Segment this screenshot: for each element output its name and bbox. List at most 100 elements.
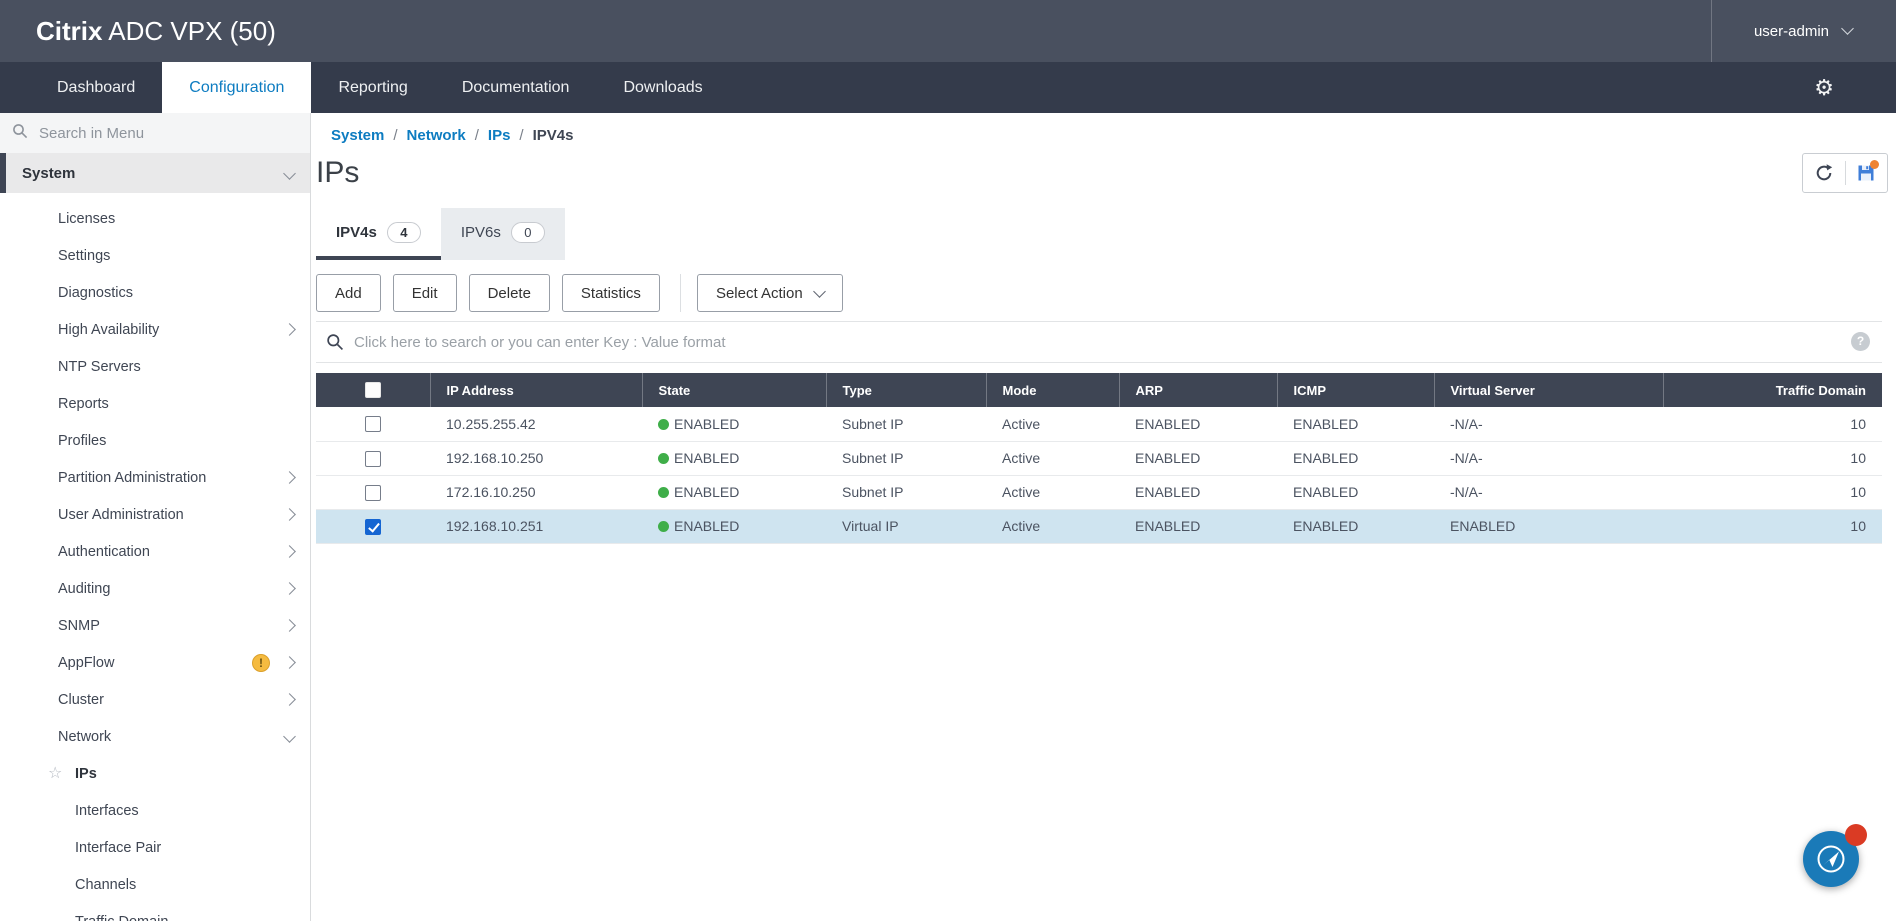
status-dot-icon [658, 453, 669, 464]
column-header-ip-address: IP Address [430, 373, 642, 407]
cell-state: ENABLED [642, 475, 826, 509]
save-button[interactable] [1856, 163, 1876, 183]
sidebar-item-channels[interactable]: Channels [0, 866, 310, 903]
table-row[interactable]: 10.255.255.42ENABLEDSubnet IPActiveENABL… [316, 407, 1882, 441]
sidebar-item-label: Traffic Domain [75, 914, 168, 921]
tab-ipv6s[interactable]: IPV6s 0 [441, 208, 565, 260]
sidebar-item-interface-pair[interactable]: Interface Pair [0, 829, 310, 866]
star-icon: ☆ [48, 766, 62, 782]
sidebar-item-high-availability[interactable]: High Availability [0, 311, 310, 348]
sidebar-item-label: Licenses [58, 211, 115, 227]
select-all-checkbox[interactable] [365, 382, 381, 398]
row-checkbox[interactable] [365, 519, 381, 535]
row-checkbox[interactable] [365, 416, 381, 432]
breadcrumb-separator: / [393, 127, 397, 144]
nav-tab-reporting[interactable]: Reporting [311, 62, 434, 113]
breadcrumb: System/Network/IPs/IPV4s [331, 127, 1896, 144]
nav-tab-dashboard[interactable]: Dashboard [30, 62, 162, 113]
cell-mode: Active [986, 407, 1119, 441]
column-header-state: State [642, 373, 826, 407]
sidebar-item-user-administration[interactable]: User Administration [0, 496, 310, 533]
table-row[interactable]: 172.16.10.250ENABLEDSubnet IPActiveENABL… [316, 475, 1882, 509]
breadcrumb-link-system[interactable]: System [331, 127, 384, 144]
sidebar-item-network[interactable]: Network [0, 718, 310, 755]
sidebar-section-system[interactable]: System [0, 153, 310, 193]
search-icon [326, 333, 344, 356]
sidebar-item-label: Diagnostics [58, 285, 133, 301]
sidebar-item-partition-administration[interactable]: Partition Administration [0, 459, 310, 496]
column-header-traffic-domain: Traffic Domain [1663, 373, 1882, 407]
primary-nav: DashboardConfigurationReportingDocumenta… [0, 62, 1896, 113]
ip-tabs: IPV4s4 IPV6s 0 [316, 208, 565, 260]
table-search-input[interactable] [316, 322, 1882, 362]
sidebar-search[interactable] [0, 113, 310, 153]
sidebar-item-label: High Availability [58, 322, 159, 338]
nav-tab-downloads[interactable]: Downloads [596, 62, 729, 113]
sidebar-item-authentication[interactable]: Authentication [0, 533, 310, 570]
sidebar-item-snmp[interactable]: SNMP [0, 607, 310, 644]
cell-traffic-domain: 10 [1663, 475, 1882, 509]
action-add-button[interactable]: Add [316, 274, 381, 312]
sidebar-item-label: Settings [58, 248, 110, 264]
chevron-right-icon [285, 655, 294, 671]
sidebar-item-label: AppFlow [58, 655, 114, 671]
cell-arp: ENABLED [1119, 441, 1277, 475]
brand-citrix: Citrix [36, 16, 102, 46]
cell-ip: 172.16.10.250 [430, 475, 642, 509]
cell-virtual-server: -N/A- [1434, 407, 1663, 441]
cell-mode: Active [986, 441, 1119, 475]
cell-state: ENABLED [642, 441, 826, 475]
refresh-button[interactable] [1814, 163, 1834, 183]
page-title: IPs [316, 154, 1896, 192]
breadcrumb-link-ips[interactable]: IPs [488, 127, 511, 144]
sidebar-item-cluster[interactable]: Cluster [0, 681, 310, 718]
select-action-label: Select Action [716, 285, 803, 302]
sidebar-item-profiles[interactable]: Profiles [0, 422, 310, 459]
table-row[interactable]: 192.168.10.250ENABLEDSubnet IPActiveENAB… [316, 441, 1882, 475]
sidebar-item-appflow[interactable]: AppFlow! [0, 644, 310, 681]
action-toolbar: Add Edit Delete Statistics Select Action [316, 274, 1896, 312]
action-delete-button[interactable]: Delete [469, 274, 550, 312]
cell-ip: 192.168.10.251 [430, 509, 642, 543]
row-checkbox[interactable] [365, 451, 381, 467]
cell-traffic-domain: 10 [1663, 509, 1882, 543]
sidebar-item-ips[interactable]: ☆IPs [0, 755, 310, 792]
action-edit-button[interactable]: Edit [393, 274, 457, 312]
sidebar-item-settings[interactable]: Settings [0, 237, 310, 274]
tab-count-badge: 0 [511, 222, 545, 243]
sidebar-item-traffic-domain[interactable]: Traffic Domain [0, 903, 310, 921]
cell-icmp: ENABLED [1277, 407, 1434, 441]
cell-virtual-server: ENABLED [1434, 509, 1663, 543]
nav-tab-documentation[interactable]: Documentation [435, 62, 597, 113]
sidebar-search-input[interactable] [37, 124, 298, 143]
row-select-cell [316, 441, 430, 475]
tab-ipv4s[interactable]: IPV4s4 [316, 208, 441, 260]
sidebar-item-label: Authentication [58, 544, 150, 560]
table-row[interactable]: 192.168.10.251ENABLEDVirtual IPActiveENA… [316, 509, 1882, 543]
chevron-right-icon [285, 544, 294, 560]
sidebar-item-auditing[interactable]: Auditing [0, 570, 310, 607]
select-action-dropdown[interactable]: Select Action [697, 274, 843, 312]
table-search: ? [316, 321, 1882, 363]
action-buttons: Add Edit Delete Statistics [316, 274, 672, 312]
cell-traffic-domain: 10 [1663, 407, 1882, 441]
sidebar-item-interfaces[interactable]: Interfaces [0, 792, 310, 829]
row-checkbox[interactable] [365, 485, 381, 501]
sidebar-item-diagnostics[interactable]: Diagnostics [0, 274, 310, 311]
row-select-cell [316, 509, 430, 543]
user-menu[interactable]: user-admin [1711, 0, 1896, 62]
action-statistics-button[interactable]: Statistics [562, 274, 660, 312]
help-icon[interactable]: ? [1851, 332, 1870, 351]
sidebar-item-label: Channels [75, 877, 136, 893]
gear-icon[interactable]: ⚙ [1814, 62, 1834, 113]
tab-label: IPV6s [461, 224, 501, 241]
nav-tab-configuration[interactable]: Configuration [162, 62, 311, 113]
sidebar-item-label: Reports [58, 396, 109, 412]
sidebar-item-ntp-servers[interactable]: NTP Servers [0, 348, 310, 385]
sidebar-item-licenses[interactable]: Licenses [0, 200, 310, 237]
breadcrumb-link-network[interactable]: Network [407, 127, 466, 144]
breadcrumb-separator: / [519, 127, 523, 144]
cell-ip: 10.255.255.42 [430, 407, 642, 441]
cell-mode: Active [986, 509, 1119, 543]
sidebar-item-reports[interactable]: Reports [0, 385, 310, 422]
